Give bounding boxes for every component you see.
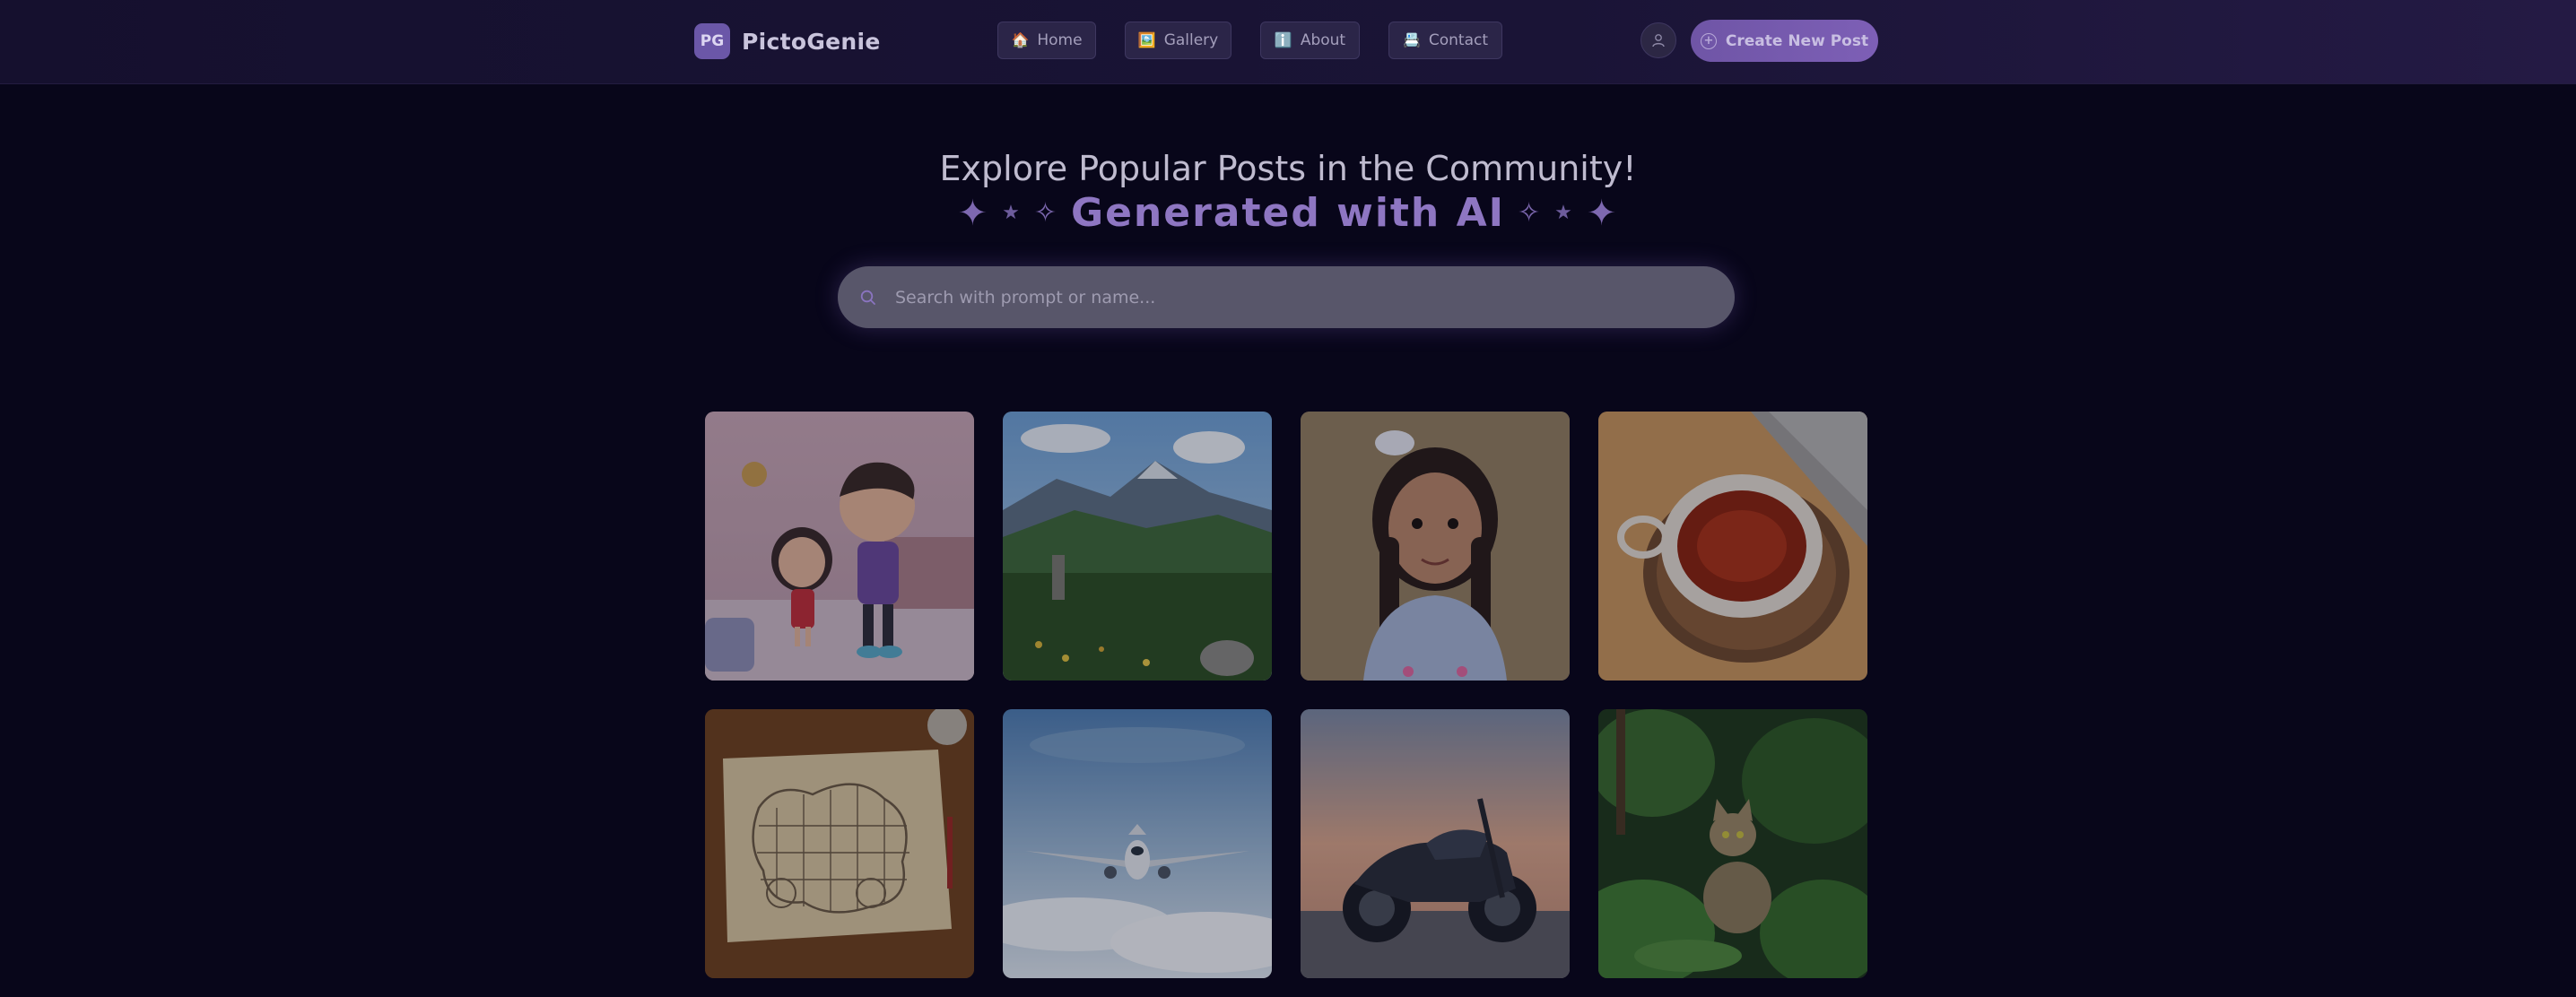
nav-contact-button[interactable]: 📇 Contact xyxy=(1388,22,1502,59)
sparkle-icon: ✧ xyxy=(1033,197,1058,229)
post-card[interactable] xyxy=(1003,709,1272,978)
search-icon xyxy=(860,290,875,305)
airplane-image xyxy=(1003,709,1272,978)
create-new-post-button[interactable]: + Create New Post xyxy=(1691,20,1878,62)
info-icon: ℹ️ xyxy=(1274,31,1292,48)
post-card[interactable] xyxy=(1598,412,1867,681)
house-icon: 🏠 xyxy=(1011,31,1030,48)
logo-badge: PG xyxy=(694,23,730,59)
mountain-landscape-image xyxy=(1003,412,1272,681)
picture-icon: 🖼️ xyxy=(1137,31,1156,48)
star-icon: ★ xyxy=(1002,202,1022,224)
page-title: Explore Popular Posts in the Community! xyxy=(939,149,1637,188)
nav-contact-label: Contact xyxy=(1428,31,1489,49)
create-new-post-label: Create New Post xyxy=(1725,31,1869,50)
girl-portrait-image xyxy=(1301,412,1570,681)
brand-logo[interactable]: PG PictoGenie xyxy=(694,22,881,60)
post-card[interactable] xyxy=(705,709,974,978)
motorcycle-image xyxy=(1301,709,1570,978)
brand-name: PictoGenie xyxy=(742,28,881,55)
cartoon-kids-image xyxy=(705,412,974,681)
cat-in-jungle-image xyxy=(1598,709,1867,978)
user-icon xyxy=(1652,34,1665,48)
id-card-icon: 📇 xyxy=(1402,31,1421,48)
star-icon: ★ xyxy=(1554,202,1574,224)
post-card[interactable] xyxy=(1003,412,1272,681)
sparkle-icon: ✦ xyxy=(1586,192,1619,234)
treasure-map-image xyxy=(705,709,974,978)
nav-gallery-button[interactable]: 🖼️ Gallery xyxy=(1125,22,1231,59)
nav-about-label: About xyxy=(1300,31,1346,49)
post-card[interactable] xyxy=(1598,709,1867,978)
nav-home-label: Home xyxy=(1037,31,1083,49)
profile-button[interactable] xyxy=(1640,22,1676,58)
nav-about-button[interactable]: ℹ️ About xyxy=(1260,22,1360,59)
nav-home-button[interactable]: 🏠 Home xyxy=(997,22,1096,59)
navbar: PG PictoGenie 🏠 Home 🖼️ Gallery ℹ️ About… xyxy=(0,0,2576,84)
plus-circle-icon: + xyxy=(1700,32,1717,49)
subtitle-text: Generated with AI xyxy=(1070,190,1506,236)
nav-gallery-label: Gallery xyxy=(1163,31,1219,49)
post-card[interactable] xyxy=(1301,412,1570,681)
search-input[interactable] xyxy=(893,286,1686,308)
post-card[interactable] xyxy=(1301,709,1570,978)
post-card[interactable] xyxy=(705,412,974,681)
tea-cup-image xyxy=(1598,412,1867,681)
page-subtitle: ✦ ★ ✧ Generated with AI ✧ ★ ✦ xyxy=(0,190,2576,236)
sparkle-icon: ✦ xyxy=(957,192,990,234)
sparkle-icon: ✧ xyxy=(1518,197,1543,229)
search-bar xyxy=(838,266,1735,328)
